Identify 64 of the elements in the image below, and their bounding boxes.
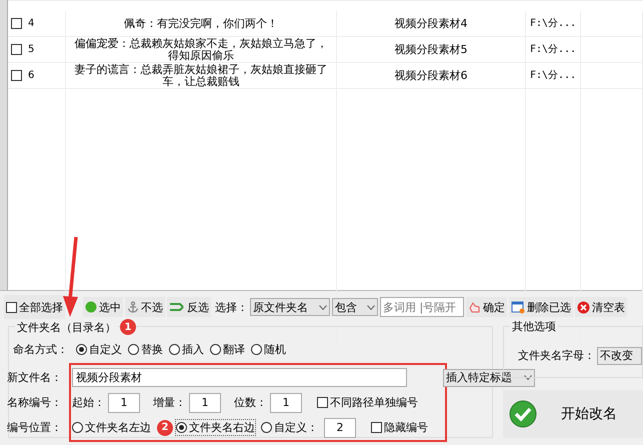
naming-mode-label: 命名方式：	[13, 342, 69, 357]
table-cell-text: 佩奇：有完没完啊，你们两个！	[123, 18, 279, 30]
caret-icon	[524, 375, 532, 380]
table-cell: F:\分...	[530, 70, 576, 82]
step-label: 增量：	[153, 395, 186, 410]
filter-label: 选择：	[215, 300, 248, 314]
panel-title: 其他选项	[510, 319, 558, 334]
clear-table-button[interactable]: 清空表	[575, 297, 627, 317]
digits-label: 位数：	[234, 395, 267, 410]
row-checkbox[interactable]	[11, 18, 22, 29]
naming-mode-radio[interactable]: 自定义	[76, 342, 122, 357]
clear-icon	[577, 300, 590, 314]
hide-number-checkbox[interactable]: 隐藏编号	[371, 420, 428, 435]
number-position-radio[interactable]: 自定义：	[261, 420, 318, 435]
dot-icon	[85, 301, 97, 313]
step-badge: 2	[157, 420, 173, 436]
new-name-label: 新文件名：	[7, 370, 63, 385]
row-number: 6	[28, 70, 34, 82]
table-cell: F:\分...	[530, 18, 576, 30]
naming-mode-radio[interactable]: 翻译	[210, 342, 245, 357]
deselect-button[interactable]: 不选	[125, 297, 165, 317]
invert-button[interactable]: 反选	[167, 297, 211, 317]
letter-case-label: 文件夹名字母：	[518, 348, 595, 363]
start-field[interactable]: 1	[108, 392, 140, 412]
match-dropdown[interactable]: 包含	[332, 298, 378, 316]
confirm-button[interactable]: 确定	[466, 297, 507, 317]
new-name-field[interactable]: 视频分段素材	[72, 368, 407, 387]
numbering-label: 名称编号：	[7, 395, 63, 410]
naming-mode-radio[interactable]: 随机	[251, 342, 286, 357]
number-position-label: 编号位置：	[7, 420, 63, 435]
start-rename-button[interactable]: 开始改名	[503, 390, 643, 438]
caret-icon	[319, 304, 327, 310]
number-position-radio[interactable]: 文件夹名右边	[176, 420, 255, 435]
row-checkbox[interactable]	[11, 44, 22, 55]
table-cell: 视频分段素材6	[394, 70, 468, 82]
delete-selected-button[interactable]: 删除已选	[509, 297, 573, 317]
caret-icon	[367, 304, 375, 310]
table-cell: 偏偏宠爱：总裁赖灰姑娘家不走，灰姑娘立马急了，得知原因偷乐	[74, 38, 328, 62]
row-checkbox[interactable]	[11, 70, 22, 81]
step-field[interactable]: 1	[189, 392, 221, 412]
checkmark-icon	[509, 400, 537, 428]
custom-position-field[interactable]: 2	[324, 418, 356, 438]
table-cell: 妻子的谎言：总裁弄脏灰姑娘裙子，灰姑娘直接砸了车，让总裁赔钱	[74, 64, 328, 88]
table-cell: F:\分...	[530, 44, 576, 56]
anchor-icon	[127, 301, 139, 313]
keyword-field[interactable]: 多词用 |号隔开	[380, 297, 464, 317]
window-icon	[511, 300, 525, 314]
naming-mode-radio[interactable]: 替换	[128, 342, 163, 357]
select-all-checkbox[interactable]: 全部选择	[4, 295, 65, 319]
field-dropdown[interactable]: 原文件夹名	[250, 298, 330, 316]
start-label: 起始：	[72, 395, 105, 410]
separate-numbering-checkbox[interactable]: 不同路径单独编号	[317, 395, 418, 410]
digits-field[interactable]: 1	[270, 392, 302, 412]
select-button[interactable]: 选中	[83, 297, 123, 317]
row-number: 4	[28, 18, 34, 30]
naming-mode-radio[interactable]: 插入	[169, 342, 204, 357]
step-badge: 1	[120, 319, 136, 335]
table-cell: 视频分段素材5	[394, 44, 468, 56]
number-position-radio[interactable]: 文件夹名左边	[72, 420, 151, 435]
shuffle-icon	[169, 301, 185, 313]
panel-title: 文件夹名（目录名）	[15, 320, 118, 334]
table-cell: 视频分段素材4	[394, 18, 468, 30]
letter-case-dropdown[interactable]: 不改变	[597, 346, 642, 364]
row-number: 5	[28, 44, 34, 56]
